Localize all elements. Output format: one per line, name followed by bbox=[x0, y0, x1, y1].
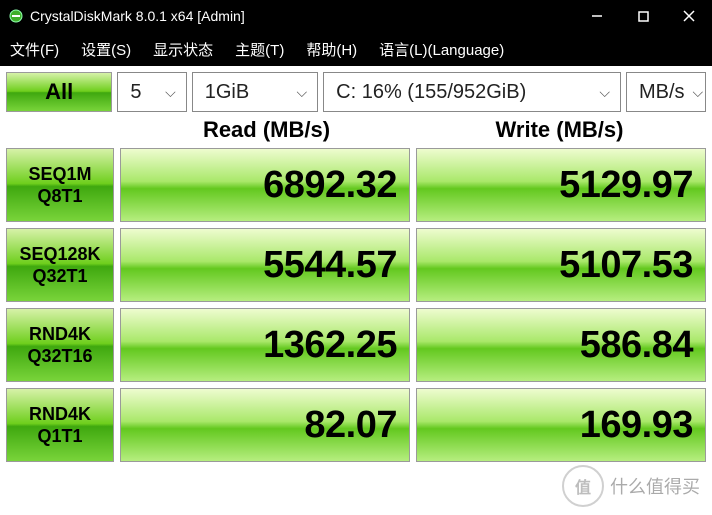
drive-value: C: 16% (155/952GiB) bbox=[336, 81, 526, 104]
test-label: SEQ1M bbox=[28, 163, 91, 185]
test-button-rnd4k-q32t16[interactable]: RND4K Q32T16 bbox=[6, 308, 114, 382]
chevron-down-icon: ⌵ bbox=[693, 84, 704, 101]
test-sublabel: Q32T1 bbox=[32, 265, 87, 287]
test-sublabel: Q8T1 bbox=[37, 185, 82, 207]
menu-theme[interactable]: 主题(T) bbox=[231, 37, 288, 62]
close-button[interactable] bbox=[666, 0, 712, 32]
drive-select[interactable]: C: 16% (155/952GiB) ⌵ bbox=[323, 72, 621, 112]
watermark: 值 什么值得买 bbox=[562, 465, 700, 507]
watermark-badge: 值 bbox=[562, 465, 604, 507]
test-sublabel: Q32T16 bbox=[27, 345, 92, 367]
write-value: 586.84 bbox=[416, 308, 706, 382]
menubar: 文件(F) 设置(S) 显示状态 主题(T) 帮助(H) 语言(L)(Langu… bbox=[0, 32, 712, 66]
table-row: SEQ1M Q8T1 6892.32 5129.97 bbox=[6, 148, 706, 222]
minimize-button[interactable] bbox=[574, 0, 620, 32]
unit-value: MB/s bbox=[639, 81, 685, 104]
chevron-down-icon: ⌵ bbox=[165, 84, 176, 101]
test-button-seq1m-q8t1[interactable]: SEQ1M Q8T1 bbox=[6, 148, 114, 222]
test-size-select[interactable]: 1GiB ⌵ bbox=[192, 72, 318, 112]
chevron-down-icon: ⌵ bbox=[599, 84, 610, 101]
test-sublabel: Q1T1 bbox=[37, 425, 82, 447]
size-value: 1GiB bbox=[205, 81, 249, 104]
read-value: 5544.57 bbox=[120, 228, 410, 302]
write-value: 5107.53 bbox=[416, 228, 706, 302]
toolbar: All 5 ⌵ 1GiB ⌵ C: 16% (155/952GiB) ⌵ MB/… bbox=[0, 66, 712, 112]
test-button-seq128k-q32t1[interactable]: SEQ128K Q32T1 bbox=[6, 228, 114, 302]
table-row: RND4K Q1T1 82.07 169.93 bbox=[6, 388, 706, 462]
read-value: 1362.25 bbox=[120, 308, 410, 382]
table-row: RND4K Q32T16 1362.25 586.84 bbox=[6, 308, 706, 382]
menu-help[interactable]: 帮助(H) bbox=[302, 37, 361, 62]
window-title: CrystalDiskMark 8.0.1 x64 [Admin] bbox=[30, 8, 574, 24]
test-label: RND4K bbox=[29, 323, 91, 345]
menu-language[interactable]: 语言(L)(Language) bbox=[375, 37, 508, 62]
menu-display[interactable]: 显示状态 bbox=[149, 37, 217, 62]
write-value: 5129.97 bbox=[416, 148, 706, 222]
test-button-rnd4k-q1t1[interactable]: RND4K Q1T1 bbox=[6, 388, 114, 462]
maximize-button[interactable] bbox=[620, 0, 666, 32]
run-all-button[interactable]: All bbox=[6, 72, 112, 112]
runs-select[interactable]: 5 ⌵ bbox=[117, 72, 186, 112]
watermark-text: 什么值得买 bbox=[610, 473, 700, 499]
column-headers: Read (MB/s) Write (MB/s) bbox=[0, 112, 712, 148]
read-value: 82.07 bbox=[120, 388, 410, 462]
header-read: Read (MB/s) bbox=[120, 117, 413, 143]
titlebar: CrystalDiskMark 8.0.1 x64 [Admin] bbox=[0, 0, 712, 32]
write-value: 169.93 bbox=[416, 388, 706, 462]
test-label: SEQ128K bbox=[19, 243, 100, 265]
menu-file[interactable]: 文件(F) bbox=[6, 37, 63, 62]
header-write: Write (MB/s) bbox=[413, 117, 706, 143]
test-label: RND4K bbox=[29, 403, 91, 425]
menu-settings[interactable]: 设置(S) bbox=[77, 37, 135, 62]
runs-value: 5 bbox=[130, 81, 141, 104]
unit-select[interactable]: MB/s ⌵ bbox=[626, 72, 706, 112]
table-row: SEQ128K Q32T1 5544.57 5107.53 bbox=[6, 228, 706, 302]
app-icon bbox=[8, 8, 24, 24]
results-grid: SEQ1M Q8T1 6892.32 5129.97 SEQ128K Q32T1… bbox=[0, 148, 712, 474]
read-value: 6892.32 bbox=[120, 148, 410, 222]
chevron-down-icon: ⌵ bbox=[297, 84, 308, 101]
